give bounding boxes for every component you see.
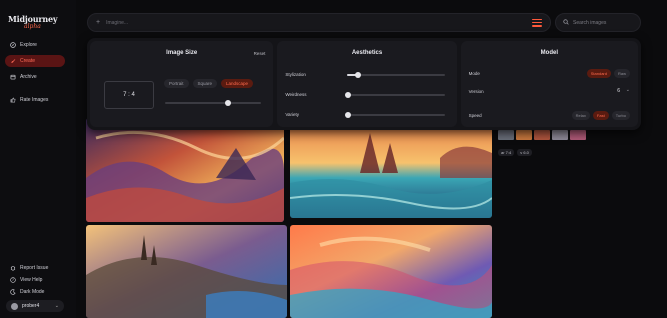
sidebar-item-label: Archive — [20, 74, 37, 80]
sidebar-item-report-issue[interactable]: Report Issue — [5, 262, 65, 274]
generated-image-3[interactable] — [86, 225, 287, 318]
logo-subtext: alpha — [24, 23, 41, 30]
portrait-option[interactable]: Portrait — [164, 79, 189, 88]
sidebar: Midjourney alpha Explore Create Archive … — [0, 0, 76, 318]
thumbnail[interactable] — [552, 130, 568, 140]
sidebar-item-rate-images[interactable]: Rate Images — [5, 94, 65, 106]
image-size-section: Image Size Reset 7 : 4 Portrait Square L… — [90, 41, 274, 127]
sidebar-item-explore[interactable]: Explore — [5, 39, 65, 51]
chevron-down-icon[interactable]: ⌄ — [626, 87, 630, 93]
sidebar-item-create[interactable]: Create — [5, 55, 65, 67]
square-option[interactable]: Square — [192, 79, 218, 88]
avatar — [11, 302, 18, 310]
stylization-slider[interactable] — [347, 72, 446, 78]
mode-label: Mode — [468, 71, 480, 76]
svg-text:?: ? — [12, 278, 14, 282]
settings-toggle-icon[interactable] — [532, 18, 542, 27]
search-icon — [563, 18, 569, 27]
thumbnail[interactable] — [534, 130, 550, 140]
model-section: Model Mode Standard Raw Version 6 ⌄ Spee… — [460, 41, 638, 127]
sidebar-item-label: View Help — [20, 277, 43, 283]
prompt-bar[interactable]: + Imagine... — [87, 13, 551, 32]
stylization-label: Stylization — [285, 72, 306, 77]
sidebar-item-label: Create — [20, 58, 36, 64]
reset-button[interactable]: Reset — [254, 51, 266, 56]
raw-option[interactable]: Raw — [613, 69, 630, 78]
sidebar-item-view-help[interactable]: ? View Help — [5, 274, 65, 286]
sidebar-item-archive[interactable]: Archive — [5, 71, 65, 83]
sidebar-item-label: Rate Images — [20, 97, 49, 103]
landscape-option[interactable]: Landscape — [221, 79, 254, 88]
slider-knob[interactable] — [345, 112, 352, 118]
sidebar-item-label: Explore — [20, 42, 37, 48]
weirdness-label: Weirdness — [285, 92, 307, 97]
orientation-selector: Portrait Square Landscape — [164, 79, 254, 88]
turbo-option[interactable]: Turbo — [611, 111, 630, 120]
sidebar-item-dark-mode[interactable]: Dark Mode — [5, 286, 65, 298]
thumbnail[interactable] — [570, 130, 586, 140]
sidebar-item-label: Report Issue — [20, 265, 49, 271]
section-title: Image Size — [166, 50, 198, 56]
search-placeholder: Search images — [573, 19, 607, 26]
thumbs-icon — [10, 97, 16, 103]
archive-icon — [10, 74, 16, 80]
parameter-chips: ar 7:4 v 6.0 — [498, 149, 532, 156]
thumbnail[interactable] — [516, 130, 532, 140]
aesthetics-section: Aesthetics Stylization Weirdness Variety — [277, 41, 457, 127]
brush-icon — [10, 58, 16, 64]
speed-selector: Relax Fast Turbo — [571, 111, 630, 120]
search-input[interactable]: Search images — [555, 13, 641, 32]
slider-knob[interactable] — [225, 100, 231, 106]
compass-icon — [10, 42, 16, 48]
fast-option[interactable]: Fast — [592, 111, 609, 120]
slider-knob[interactable] — [345, 92, 352, 98]
generated-image-2[interactable] — [290, 118, 492, 218]
username: prober4 — [22, 303, 40, 309]
standard-option[interactable]: Standard — [586, 69, 611, 78]
thumbnail[interactable] — [498, 130, 514, 140]
param-chip[interactable]: v 6.0 — [517, 149, 532, 156]
add-image-icon[interactable]: + — [96, 19, 100, 26]
variety-slider[interactable] — [345, 112, 446, 118]
bug-icon — [10, 265, 16, 271]
aspect-ratio-preview: 7 : 4 — [104, 81, 154, 109]
mode-selector: Standard Raw — [586, 69, 630, 78]
sidebar-item-label: Dark Mode — [20, 289, 45, 295]
slider-knob[interactable] — [355, 72, 362, 78]
generated-image-1[interactable] — [86, 118, 284, 222]
aspect-ratio-value: 7 : 4 — [123, 92, 135, 98]
variety-label: Variety — [285, 112, 299, 117]
midjourney-logo[interactable]: Midjourney alpha — [8, 14, 58, 36]
speed-label: Speed — [468, 113, 482, 118]
thumbnail-strip — [498, 130, 586, 140]
section-title: Aesthetics — [351, 50, 383, 56]
help-icon: ? — [10, 277, 16, 283]
settings-panel: Image Size Reset 7 : 4 Portrait Square L… — [87, 38, 641, 130]
prompt-input[interactable]: Imagine... — [106, 20, 128, 26]
param-chip[interactable]: ar 7:4 — [498, 149, 515, 156]
generated-image-4[interactable] — [290, 225, 492, 318]
version-label: Version — [468, 89, 484, 94]
moon-icon — [10, 289, 16, 295]
weirdness-slider[interactable] — [345, 92, 446, 98]
user-menu-button[interactable]: prober4 ⌄ — [6, 300, 64, 312]
section-title: Model — [540, 50, 558, 56]
version-select[interactable]: 6 — [617, 88, 620, 94]
relax-option[interactable]: Relax — [571, 111, 590, 120]
aspect-ratio-slider[interactable] — [165, 100, 261, 106]
chevron-down-icon: ⌄ — [54, 303, 59, 309]
